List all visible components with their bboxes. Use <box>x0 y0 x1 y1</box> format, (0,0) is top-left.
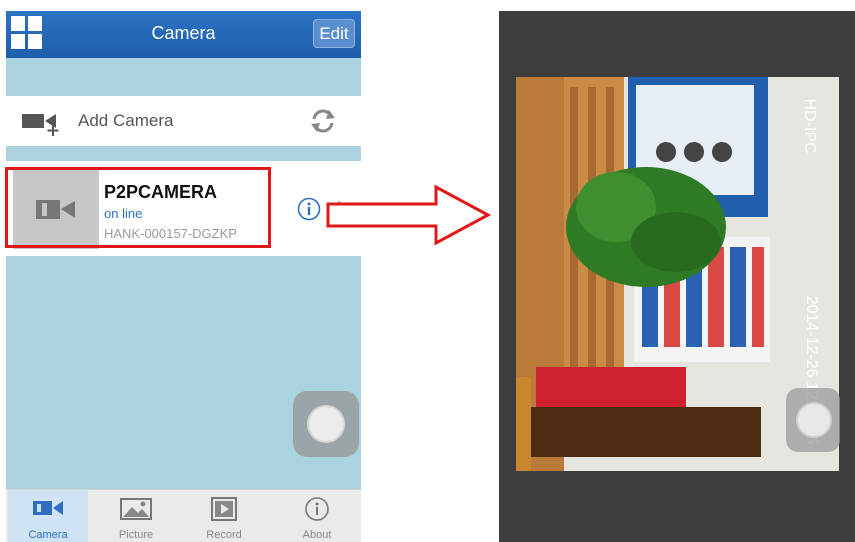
camera-list-screen: Camera Edit Add Camera P2PCAMERA on line <box>6 11 361 542</box>
edit-button[interactable]: Edit <box>313 19 355 48</box>
navigation-bar: Camera Edit <box>6 11 361 58</box>
assistive-touch-button-right[interactable] <box>786 388 840 452</box>
video-overlay-name: HD-IPC <box>801 98 818 153</box>
tab-label: About <box>302 529 332 541</box>
highlight-box <box>5 167 271 248</box>
record-icon <box>211 497 237 521</box>
info-icon <box>305 497 329 521</box>
tab-label: Record <box>206 529 242 541</box>
tab-about[interactable]: About <box>277 490 357 542</box>
page-title: Camera <box>151 23 216 43</box>
add-camera-row[interactable]: Add Camera <box>6 96 361 146</box>
overlay-name-text: HD-IPC <box>801 98 818 153</box>
camera-icon <box>33 501 63 515</box>
tab-bar: Camera Picture Record About <box>6 489 361 542</box>
arrow-right-icon <box>326 184 492 246</box>
assistive-touch-button[interactable] <box>293 391 359 457</box>
tab-record[interactable]: Record <box>184 490 264 542</box>
tab-camera[interactable]: Camera <box>8 490 88 542</box>
tab-label: Picture <box>118 529 154 541</box>
tab-label: Camera <box>28 529 68 541</box>
add-camera-icon <box>22 114 59 136</box>
picture-icon <box>120 498 152 520</box>
add-camera-label: Add Camera <box>78 111 174 130</box>
tab-picture[interactable]: Picture <box>96 490 176 542</box>
refresh-icon[interactable] <box>309 107 337 135</box>
